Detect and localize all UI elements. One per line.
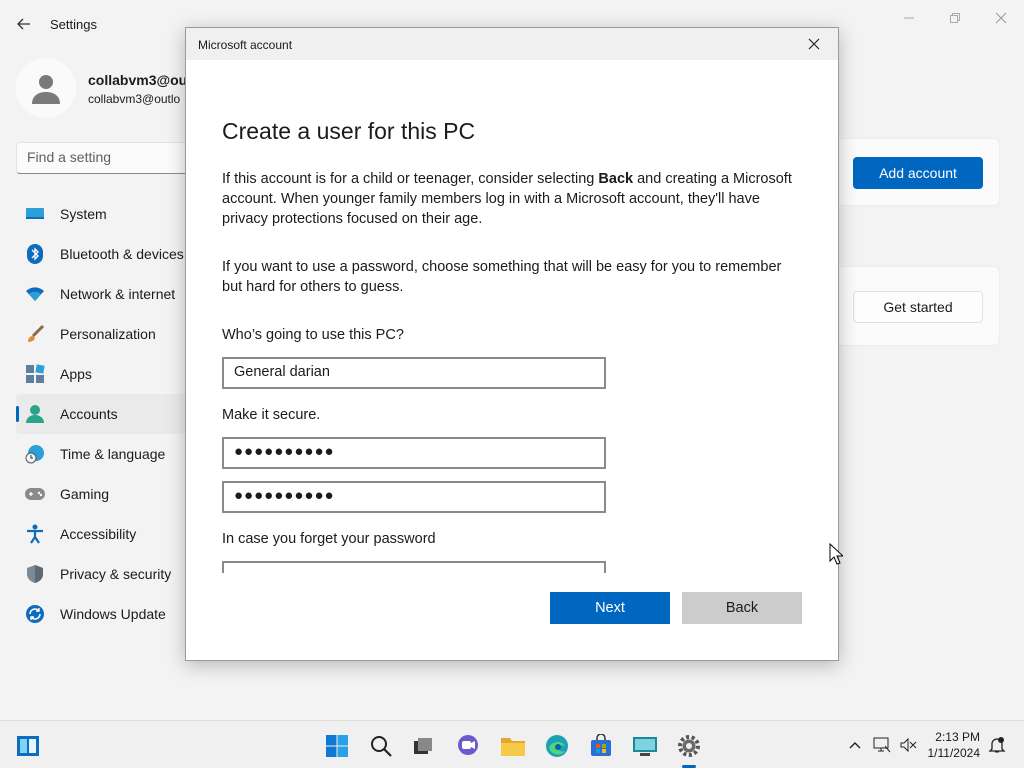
file-explorer-icon[interactable]: [500, 733, 526, 759]
password-info: If you want to use a password, choose so…: [222, 259, 782, 295]
brush-icon: [24, 323, 46, 345]
accounts-icon: [24, 403, 46, 425]
store-icon[interactable]: [588, 733, 614, 759]
sidebar-item-bluetooth[interactable]: Bluetooth & devices: [16, 234, 206, 274]
shield-icon: [24, 563, 46, 585]
task-view-icon[interactable]: [410, 733, 436, 759]
microsoft-account-dialog: Microsoft account Create a user for this…: [185, 27, 839, 661]
minimize-icon[interactable]: [895, 8, 923, 28]
info-text: If this account is for a child or teenag…: [222, 171, 599, 187]
time-text: 2:13 PM: [935, 730, 980, 744]
dialog-heading: Create a user for this PC: [222, 118, 476, 144]
close-icon[interactable]: [804, 34, 824, 54]
sidebar-item-label: Windows Update: [60, 606, 166, 622]
sidebar-item-label: System: [60, 206, 107, 222]
update-icon: [24, 603, 46, 625]
accessibility-icon: [24, 523, 46, 545]
dialog-title-bar: Microsoft account: [186, 28, 838, 60]
security-question-field[interactable]: [222, 561, 606, 573]
sidebar-item-label: Time & language: [60, 446, 166, 462]
sidebar-item-label: Apps: [60, 366, 92, 382]
sidebar-item-network[interactable]: Network & internet: [16, 274, 206, 314]
restore-icon[interactable]: [941, 8, 969, 28]
secure-label: Make it secure.: [222, 407, 321, 423]
start-icon[interactable]: [324, 733, 350, 759]
add-account-button[interactable]: Add account: [853, 157, 983, 189]
child-account-info: If this account is for a child or teenag…: [222, 169, 802, 229]
sidebar-item-label: Network & internet: [60, 286, 176, 302]
password-field[interactable]: ●●●●●●●●●●: [222, 437, 606, 469]
sidebar-item-accounts[interactable]: Accounts: [16, 394, 206, 434]
sidebar-item-apps[interactable]: Apps: [16, 354, 206, 394]
chevron-up-icon[interactable]: [846, 736, 864, 754]
avatar: [16, 58, 76, 118]
notification-icon[interactable]: [988, 736, 1006, 754]
add-account-card: Add account: [836, 138, 1000, 206]
who-label: Who’s going to use this PC?: [222, 327, 404, 343]
network-tray-icon[interactable]: [873, 736, 891, 754]
globe-clock-icon: [24, 443, 46, 465]
info-bold-text: Back: [598, 171, 634, 187]
sidebar-item-label: Gaming: [60, 486, 110, 502]
remote-desktop-icon[interactable]: [632, 733, 658, 759]
sidebar-item-gaming[interactable]: Gaming: [16, 474, 206, 514]
forget-label: In case you forget your password: [222, 531, 436, 547]
settings-gear-icon[interactable]: [676, 733, 702, 759]
dialog-title: Microsoft account: [198, 38, 293, 52]
sidebar-item-label: Accounts: [60, 406, 118, 422]
gamepad-icon: [24, 483, 46, 505]
clock[interactable]: 2:13 PM 1/11/2024: [928, 729, 981, 761]
confirm-password-field[interactable]: ●●●●●●●●●●: [222, 481, 606, 513]
get-started-card: Get started: [836, 266, 1000, 346]
close-window-icon[interactable]: [987, 8, 1015, 28]
sidebar-nav: System Bluetooth & devices Network & int…: [16, 194, 206, 634]
sidebar-item-label: Personalization: [60, 326, 156, 342]
sidebar-item-windows-update[interactable]: Windows Update: [16, 594, 206, 634]
sidebar-item-privacy[interactable]: Privacy & security: [16, 554, 206, 594]
sidebar-item-system[interactable]: System: [16, 194, 206, 234]
taskbar: 2:13 PM 1/11/2024: [0, 720, 1024, 768]
sidebar-item-time-language[interactable]: Time & language: [16, 434, 206, 474]
user-email: collabvm3@outlo: [88, 92, 181, 106]
apps-icon: [24, 363, 46, 385]
sidebar-item-label: Bluetooth & devices: [60, 246, 184, 262]
sidebar-item-label: Accessibility: [60, 526, 137, 542]
wifi-icon: [24, 283, 46, 305]
user-name: collabvm3@outl: [88, 72, 196, 88]
bluetooth-icon: [24, 243, 46, 265]
volume-muted-icon[interactable]: [899, 736, 917, 754]
back-button[interactable]: Back: [682, 592, 802, 624]
back-arrow-icon[interactable]: [12, 12, 36, 36]
app-title: Settings: [50, 17, 97, 32]
edge-icon[interactable]: [544, 733, 570, 759]
search-icon[interactable]: [368, 733, 394, 759]
username-field[interactable]: General darian: [222, 357, 606, 389]
date-text: 1/11/2024: [927, 746, 981, 760]
sidebar-item-accessibility[interactable]: Accessibility: [16, 514, 206, 554]
next-button[interactable]: Next: [550, 592, 670, 624]
system-icon: [24, 203, 46, 225]
widgets-icon[interactable]: [15, 733, 41, 759]
chat-icon[interactable]: [455, 733, 481, 759]
sidebar-item-label: Privacy & security: [60, 566, 172, 582]
mouse-pointer-icon: [829, 542, 845, 570]
get-started-button[interactable]: Get started: [853, 291, 983, 323]
sidebar-item-personalization[interactable]: Personalization: [16, 314, 206, 354]
